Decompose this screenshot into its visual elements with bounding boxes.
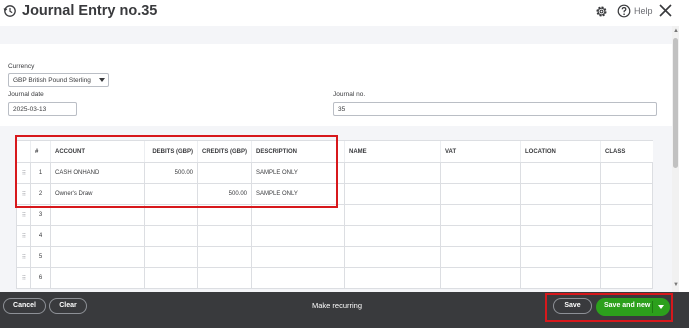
debits-cell[interactable] bbox=[144, 225, 198, 247]
vat-cell[interactable] bbox=[440, 204, 521, 226]
close-icon[interactable] bbox=[658, 3, 673, 18]
col-header-vat: VAT bbox=[440, 140, 521, 163]
name-cell[interactable] bbox=[344, 183, 441, 205]
class-cell[interactable] bbox=[600, 267, 653, 289]
table-row[interactable]: ⠿ 6 bbox=[16, 267, 653, 289]
col-header-name: NAME bbox=[344, 140, 441, 163]
class-cell[interactable] bbox=[600, 225, 653, 247]
cancel-button[interactable]: Cancel bbox=[3, 298, 46, 314]
table-row[interactable]: ⠿ 4 bbox=[16, 225, 653, 247]
name-cell[interactable] bbox=[344, 267, 441, 289]
description-cell[interactable] bbox=[251, 267, 345, 289]
class-cell[interactable] bbox=[600, 183, 653, 205]
location-cell[interactable] bbox=[520, 162, 601, 184]
location-cell[interactable] bbox=[520, 267, 601, 289]
name-cell[interactable] bbox=[344, 204, 441, 226]
highlight-box-save bbox=[545, 293, 673, 322]
account-cell[interactable] bbox=[50, 225, 145, 247]
vat-cell[interactable] bbox=[440, 246, 521, 268]
vat-cell[interactable] bbox=[440, 162, 521, 184]
vat-cell[interactable] bbox=[440, 267, 521, 289]
chevron-down-icon bbox=[99, 78, 105, 82]
name-cell[interactable] bbox=[344, 162, 441, 184]
row-number: 5 bbox=[30, 246, 51, 268]
class-cell[interactable] bbox=[600, 204, 653, 226]
col-header-class: CLASS bbox=[600, 140, 653, 163]
description-cell[interactable] bbox=[251, 225, 345, 247]
history-icon[interactable] bbox=[3, 4, 17, 18]
help-icon[interactable] bbox=[617, 4, 631, 18]
credits-cell[interactable] bbox=[197, 225, 252, 247]
location-cell[interactable] bbox=[520, 204, 601, 226]
scroll-up-arrow-icon[interactable]: ▲ bbox=[673, 28, 679, 34]
page-title: Journal Entry no.35 bbox=[22, 3, 158, 19]
vat-cell[interactable] bbox=[440, 225, 521, 247]
account-cell[interactable] bbox=[50, 246, 145, 268]
gear-icon[interactable] bbox=[594, 4, 609, 19]
journal-no-field[interactable] bbox=[333, 102, 657, 116]
name-cell[interactable] bbox=[344, 246, 441, 268]
journal-no-label: Journal no. bbox=[333, 91, 366, 98]
class-cell[interactable] bbox=[600, 246, 653, 268]
account-cell[interactable] bbox=[50, 267, 145, 289]
location-cell[interactable] bbox=[520, 225, 601, 247]
debits-cell[interactable] bbox=[144, 246, 198, 268]
journal-date-label: Journal date bbox=[8, 91, 44, 98]
journal-date-field[interactable] bbox=[8, 102, 77, 116]
row-number: 4 bbox=[30, 225, 51, 247]
header-divider-band bbox=[0, 26, 672, 44]
table-row[interactable]: ⠿ 5 bbox=[16, 246, 653, 268]
clear-button[interactable]: Clear bbox=[49, 298, 87, 314]
credits-cell[interactable] bbox=[197, 267, 252, 289]
currency-label: Currency bbox=[8, 63, 35, 70]
help-link[interactable]: Help bbox=[634, 6, 653, 16]
drag-handle-icon[interactable]: ⠿ bbox=[16, 267, 31, 289]
currency-select[interactable]: GBP British Pound Sterling bbox=[8, 73, 109, 87]
highlight-box-entries bbox=[15, 135, 338, 208]
row-number: 6 bbox=[30, 267, 51, 289]
name-cell[interactable] bbox=[344, 225, 441, 247]
class-cell[interactable] bbox=[600, 162, 653, 184]
credits-cell[interactable] bbox=[197, 246, 252, 268]
header-bar: Journal Entry no.35 Help bbox=[0, 0, 689, 26]
location-cell[interactable] bbox=[520, 246, 601, 268]
description-cell[interactable] bbox=[251, 246, 345, 268]
debits-cell[interactable] bbox=[144, 267, 198, 289]
col-header-location: LOCATION bbox=[520, 140, 601, 163]
drag-handle-icon[interactable]: ⠿ bbox=[16, 225, 31, 247]
scroll-down-arrow-icon[interactable]: ▼ bbox=[673, 282, 679, 288]
make-recurring-link[interactable]: Make recurring bbox=[312, 301, 362, 310]
location-cell[interactable] bbox=[520, 183, 601, 205]
currency-value: GBP British Pound Sterling bbox=[13, 77, 91, 84]
vat-cell[interactable] bbox=[440, 183, 521, 205]
drag-handle-icon[interactable]: ⠿ bbox=[16, 246, 31, 268]
scrollbar-thumb[interactable] bbox=[673, 38, 678, 168]
